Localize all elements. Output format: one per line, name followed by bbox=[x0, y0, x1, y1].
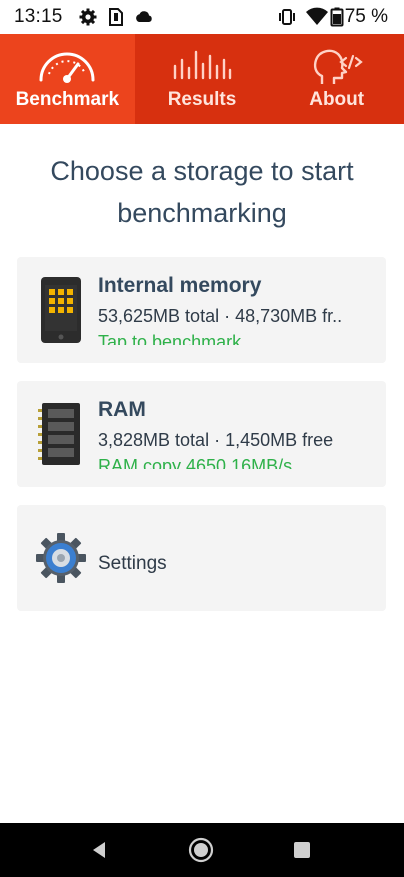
head-code-icon bbox=[313, 49, 363, 84]
home-button[interactable] bbox=[172, 823, 232, 877]
ram-subtitle: 3,828MB total · 1,450MB free bbox=[98, 430, 334, 450]
ram-title: RAM bbox=[98, 398, 146, 421]
internal-memory-title: Internal memory bbox=[98, 274, 262, 297]
battery-icon bbox=[330, 7, 344, 27]
back-button[interactable] bbox=[70, 823, 130, 877]
ram-chip-icon bbox=[38, 403, 80, 465]
tab-bar: Benchmark Results About bbox=[0, 34, 404, 124]
recents-icon bbox=[294, 842, 310, 858]
recents-button[interactable] bbox=[272, 823, 332, 877]
ram-card[interactable]: RAM 3,828MB total · 1,450MB free RAM cop… bbox=[17, 381, 386, 487]
cloud-icon bbox=[136, 11, 152, 22]
status-bar: 13:15 75 % bbox=[0, 0, 404, 34]
internal-memory-card[interactable]: Internal memory 53,625MB total · 48,730M… bbox=[17, 257, 386, 363]
phone-icon bbox=[41, 277, 81, 343]
bars-icon bbox=[173, 50, 232, 80]
gear-icon bbox=[79, 8, 97, 26]
vibrate-icon bbox=[279, 9, 295, 25]
navigation-bar bbox=[0, 823, 404, 877]
speedometer-icon bbox=[39, 52, 95, 83]
back-icon bbox=[93, 842, 105, 858]
status-time: 13:15 bbox=[14, 6, 63, 27]
internal-memory-hint: Tap to benchmark bbox=[98, 332, 242, 345]
tab-about[interactable]: About bbox=[269, 34, 404, 124]
ram-hint-wrap: RAM copy 4650.16MB/s bbox=[98, 455, 373, 469]
tab-benchmark[interactable]: Benchmark bbox=[0, 34, 135, 124]
sim-icon bbox=[109, 8, 123, 26]
tab-about-label: About bbox=[309, 89, 365, 110]
settings-label: Settings bbox=[98, 553, 167, 574]
wifi-icon bbox=[306, 7, 328, 25]
internal-memory-subtitle: 53,625MB total · 48,730MB fr.. bbox=[98, 306, 343, 326]
tab-results[interactable]: Results bbox=[135, 34, 270, 124]
tab-results-label: Results bbox=[167, 89, 237, 110]
battery-percent: 75 % bbox=[344, 6, 388, 27]
page-heading: Choose a storage to start benchmarking bbox=[50, 156, 354, 228]
ram-hint: RAM copy 4650.16MB/s bbox=[98, 456, 293, 469]
settings-gear-icon bbox=[36, 533, 86, 583]
settings-card[interactable]: Settings bbox=[17, 505, 386, 611]
home-icon bbox=[188, 837, 214, 863]
tab-benchmark-label: Benchmark bbox=[15, 89, 120, 110]
internal-memory-hint-wrap: Tap to benchmark bbox=[98, 331, 373, 345]
